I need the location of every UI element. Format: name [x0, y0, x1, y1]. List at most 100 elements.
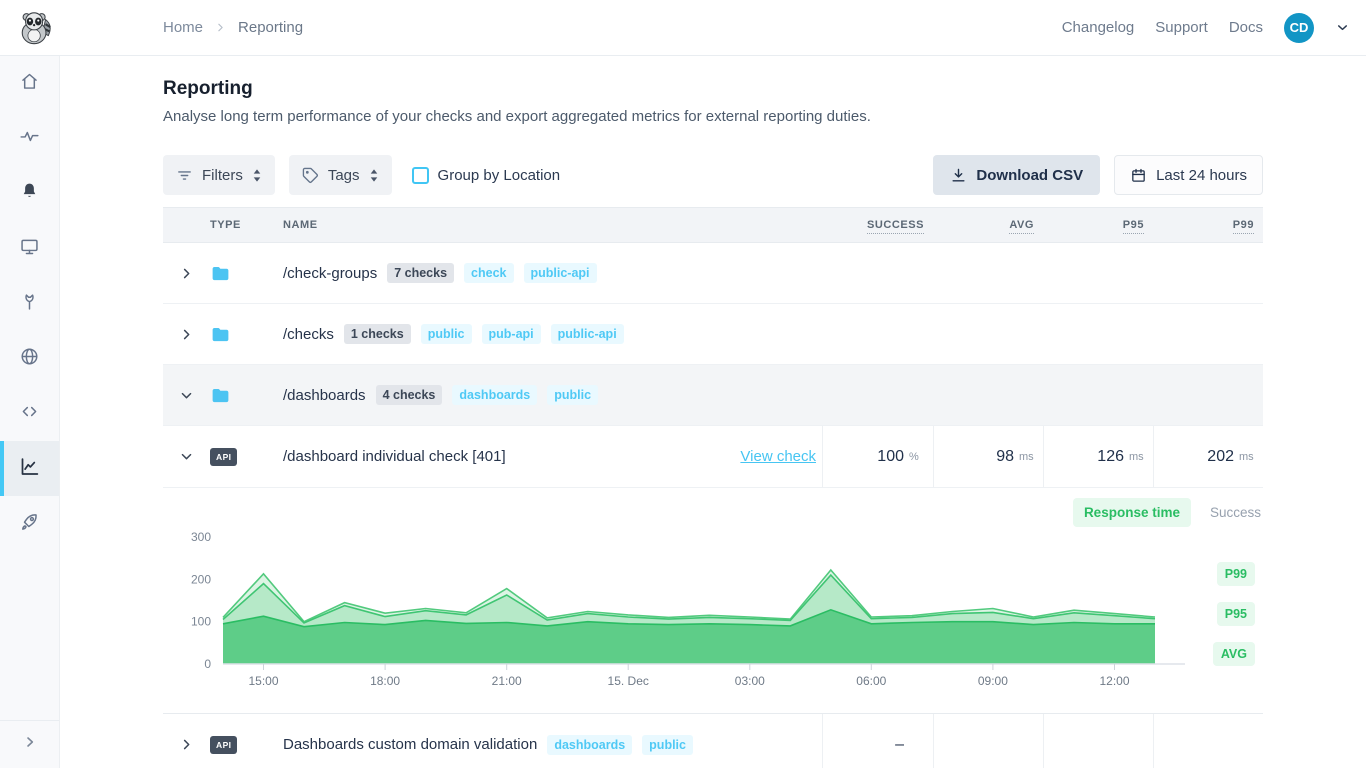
table-row-dashboard-individual-check[interactable]: API /dashboard individual check [401] Vi…	[163, 426, 1263, 488]
chart-line-icon	[19, 456, 40, 482]
table-row-dashboards-custom-domain[interactable]: API Dashboards custom domain validation …	[163, 713, 1263, 768]
download-csv-button[interactable]: Download CSV	[933, 155, 1100, 195]
breadcrumb-home[interactable]: Home	[163, 19, 203, 36]
legend-avg[interactable]: AVG	[1213, 642, 1255, 666]
svg-text:06:00: 06:00	[856, 674, 886, 688]
nav-link-docs[interactable]: Docs	[1229, 19, 1263, 36]
tag-badge[interactable]: public	[547, 385, 598, 405]
tag-badge[interactable]: public	[642, 735, 693, 755]
success-cell: –	[822, 714, 933, 768]
chevron-right-icon[interactable]	[163, 737, 210, 752]
legend-p99[interactable]: P99	[1217, 562, 1255, 586]
folder-icon	[210, 324, 283, 345]
group-name: /check-groups	[283, 265, 377, 282]
folder-icon	[210, 385, 283, 406]
sidebar-item-maintenance[interactable]	[0, 276, 59, 331]
check-name: Dashboards custom domain validation	[283, 736, 537, 753]
view-check-link[interactable]: View check	[740, 448, 816, 465]
group-by-location-toggle[interactable]: Group by Location	[412, 167, 561, 184]
chart-legend: P99 P95 AVG	[1213, 562, 1255, 666]
tag-icon	[302, 167, 319, 184]
group-by-location-label: Group by Location	[438, 167, 561, 184]
tag-badge[interactable]: pub-api	[482, 324, 541, 344]
chevron-down-icon[interactable]	[163, 449, 210, 464]
sidebar-expand-button[interactable]	[0, 720, 59, 768]
col-header-avg[interactable]: Avg	[933, 219, 1043, 231]
svg-text:12:00: 12:00	[1099, 674, 1129, 688]
chevron-right-icon[interactable]	[163, 327, 210, 342]
table-row-checks[interactable]: /checks 1 checks public pub-api public-a…	[163, 304, 1263, 365]
sidebar-item-cli[interactable]	[0, 386, 59, 441]
sidebar-item-reporting[interactable]	[0, 441, 59, 496]
col-header-p99[interactable]: P99	[1153, 219, 1263, 231]
avg-cell: 98ms	[933, 426, 1043, 487]
chevron-down-icon[interactable]	[163, 388, 210, 403]
home-icon	[19, 71, 40, 97]
avatar[interactable]: CD	[1284, 13, 1314, 43]
main-content: Reporting Analyse long term performance …	[60, 56, 1366, 768]
folder-icon	[210, 263, 283, 284]
tag-badge[interactable]: check	[464, 263, 513, 283]
col-header-name: Name	[283, 219, 822, 231]
sort-arrows-icon	[252, 168, 262, 183]
sidebar-item-alerts[interactable]	[0, 166, 59, 221]
sidebar-item-locations[interactable]	[0, 331, 59, 386]
check-count-badge: 4 checks	[376, 385, 443, 405]
api-type-badge: API	[210, 736, 237, 754]
chevron-right-icon	[22, 734, 38, 755]
time-range-label: Last 24 hours	[1156, 167, 1247, 184]
table-row-check-groups[interactable]: /check-groups 7 checks check public-api	[163, 243, 1263, 304]
legend-p95[interactable]: P95	[1217, 602, 1255, 626]
group-name: /dashboards	[283, 387, 366, 404]
raccoon-logo[interactable]	[16, 7, 56, 49]
p95-cell: 126ms	[1043, 426, 1153, 487]
chevron-right-icon[interactable]	[163, 266, 210, 281]
response-time-chart: 010020030015:0018:0021:0015. Dec03:0006:…	[181, 528, 1226, 696]
globe-icon	[19, 346, 40, 372]
tab-success[interactable]: Success	[1210, 505, 1261, 520]
tag-badge[interactable]: public-api	[551, 324, 624, 344]
svg-text:15. Dec: 15. Dec	[608, 674, 649, 688]
svg-text:18:00: 18:00	[370, 674, 400, 688]
sidebar	[0, 56, 60, 768]
bell-icon	[19, 181, 40, 207]
tags-button[interactable]: Tags	[289, 155, 392, 195]
svg-text:15:00: 15:00	[248, 674, 278, 688]
col-header-success[interactable]: Success	[822, 219, 933, 231]
tag-badge[interactable]: dashboards	[547, 735, 632, 755]
svg-text:100: 100	[191, 615, 211, 629]
check-name: /dashboard individual check [401]	[283, 448, 506, 465]
tab-response-time[interactable]: Response time	[1073, 498, 1191, 527]
calendar-icon	[1130, 167, 1147, 184]
table-header: Type Name Success Avg P95 P99	[163, 207, 1263, 243]
table-row-dashboards[interactable]: /dashboards 4 checks dashboards public	[163, 365, 1263, 426]
filters-label: Filters	[202, 167, 243, 184]
top-nav: Home Reporting Changelog Support Docs CD	[0, 0, 1366, 56]
svg-text:300: 300	[191, 530, 211, 544]
nav-link-changelog[interactable]: Changelog	[1062, 19, 1135, 36]
account-chevron-down-icon[interactable]	[1335, 20, 1350, 35]
nav-link-support[interactable]: Support	[1155, 19, 1208, 36]
download-csv-label: Download CSV	[976, 167, 1083, 184]
sidebar-item-home[interactable]	[0, 56, 59, 111]
col-header-type: Type	[210, 219, 283, 231]
sidebar-item-checks[interactable]	[0, 111, 59, 166]
filters-button[interactable]: Filters	[163, 155, 275, 195]
pulse-icon	[19, 126, 40, 152]
breadcrumb-current: Reporting	[238, 19, 303, 36]
rocket-icon	[19, 511, 40, 537]
group-name: /checks	[283, 326, 334, 343]
code-icon	[19, 401, 40, 427]
page-title: Reporting	[163, 78, 1263, 100]
time-range-button[interactable]: Last 24 hours	[1114, 155, 1263, 195]
sidebar-item-quickstart[interactable]	[0, 496, 59, 551]
p99-cell: 202ms	[1153, 426, 1263, 487]
monitor-icon	[19, 236, 40, 262]
col-header-p95[interactable]: P95	[1043, 219, 1153, 231]
tag-badge[interactable]: public-api	[524, 263, 597, 283]
svg-text:03:00: 03:00	[735, 674, 765, 688]
tag-badge[interactable]: public	[421, 324, 472, 344]
tag-badge[interactable]: dashboards	[452, 385, 537, 405]
group-by-location-checkbox[interactable]	[412, 167, 429, 184]
sidebar-item-dashboards[interactable]	[0, 221, 59, 276]
